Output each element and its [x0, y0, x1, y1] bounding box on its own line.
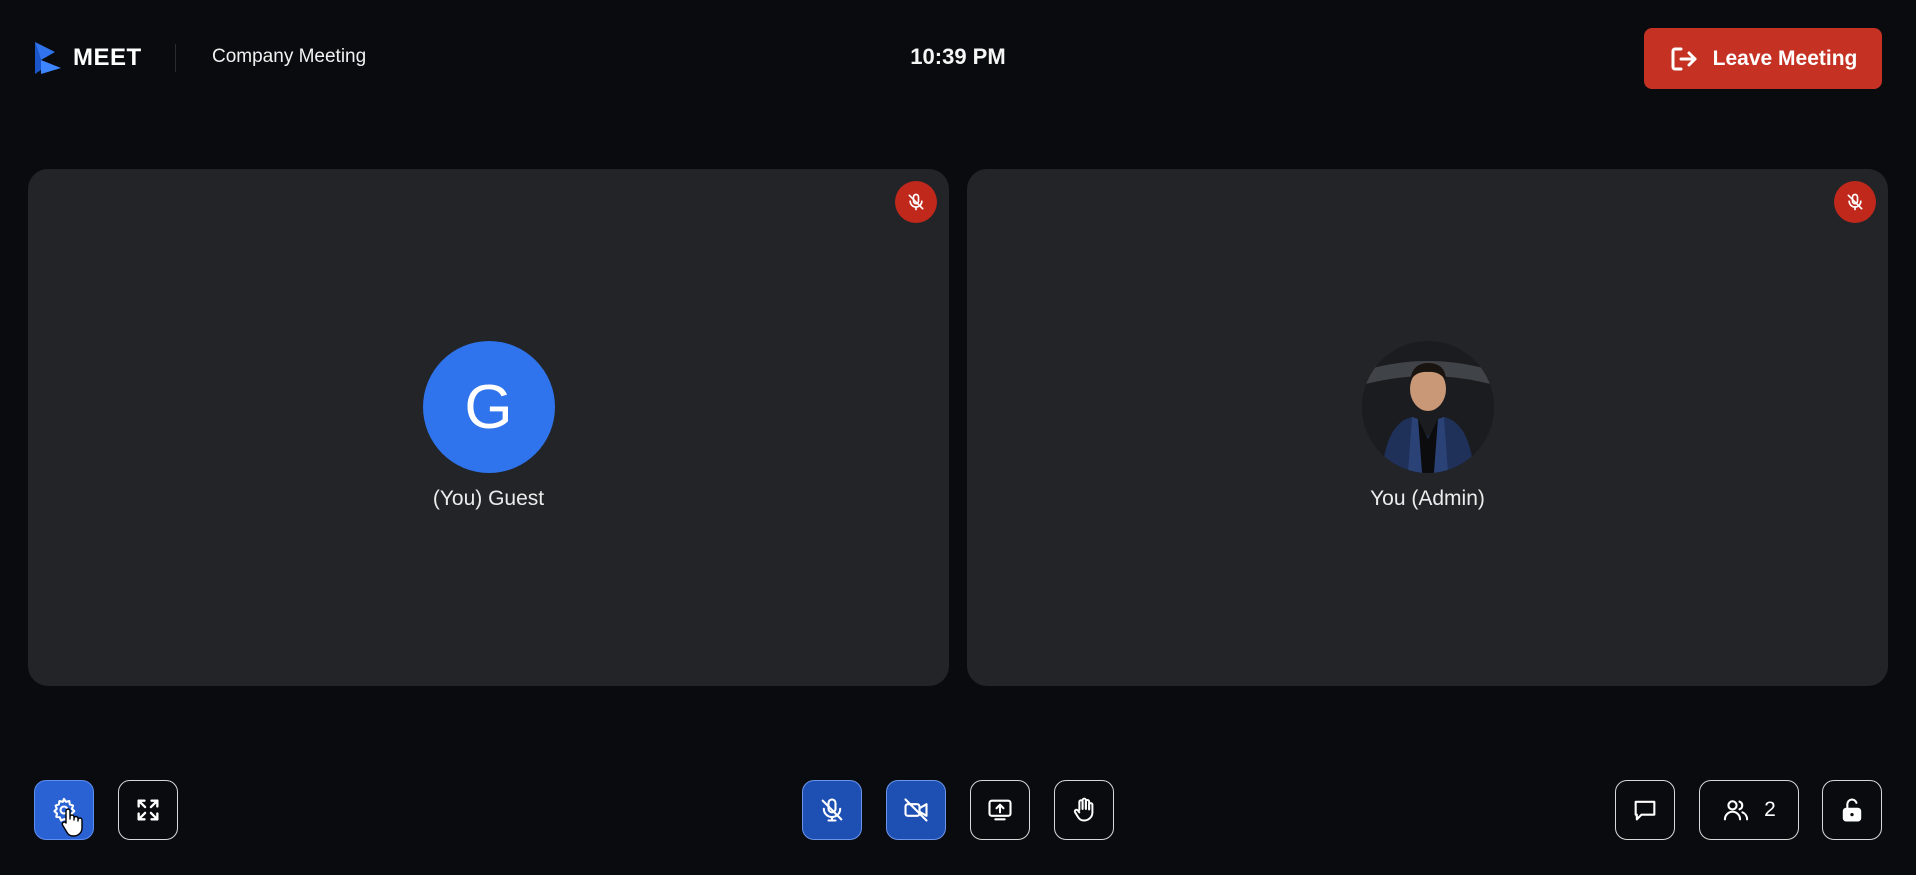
header: MEET Company Meeting 10:39 PM Leave Meet…: [0, 0, 1916, 116]
participants-button[interactable]: 2: [1699, 780, 1799, 840]
mic-off-icon: [1847, 193, 1863, 211]
camera-off-icon: [904, 798, 928, 822]
mic-off-icon: [821, 798, 843, 822]
participant-tile-guest[interactable]: G (You) Guest: [28, 169, 949, 686]
gear-icon: [53, 797, 76, 822]
leave-icon: [1671, 47, 1697, 70]
mic-toggle-button[interactable]: [802, 780, 862, 840]
muted-badge: [1834, 181, 1876, 223]
person-photo-icon: [1361, 341, 1494, 473]
camera-toggle-button[interactable]: [886, 780, 946, 840]
leave-meeting-button[interactable]: Leave Meeting: [1644, 28, 1882, 89]
participant-name: (You) Guest: [432, 487, 545, 510]
screen-share-button[interactable]: [970, 780, 1030, 840]
raise-hand-button[interactable]: [1054, 780, 1114, 840]
leave-meeting-label: Leave Meeting: [1712, 46, 1858, 70]
avatar: G: [422, 341, 555, 473]
screen-share-icon: [988, 799, 1012, 821]
settings-button[interactable]: [34, 780, 94, 840]
participant-count: 2: [1764, 798, 1776, 821]
chat-button[interactable]: [1615, 780, 1675, 840]
participant-name: You (Admin): [1370, 487, 1485, 510]
participant-tile-admin[interactable]: You (Admin): [967, 169, 1888, 686]
muted-badge: [895, 181, 937, 223]
clock: 10:39 PM: [910, 44, 1006, 69]
avatar-initial: G: [464, 372, 513, 442]
fullscreen-button[interactable]: [118, 780, 178, 840]
lock-meeting-button[interactable]: [1822, 780, 1882, 840]
avatar-photo: [1361, 341, 1494, 473]
mic-off-icon: [908, 193, 924, 211]
raise-hand-icon: [1073, 797, 1094, 822]
people-icon: [1724, 800, 1749, 821]
chat-icon: [1634, 800, 1656, 821]
meeting-app: MEET Company Meeting 10:39 PM Leave Meet…: [0, 0, 1916, 875]
fullscreen-icon: [137, 799, 159, 821]
unlock-icon: [1842, 798, 1862, 822]
